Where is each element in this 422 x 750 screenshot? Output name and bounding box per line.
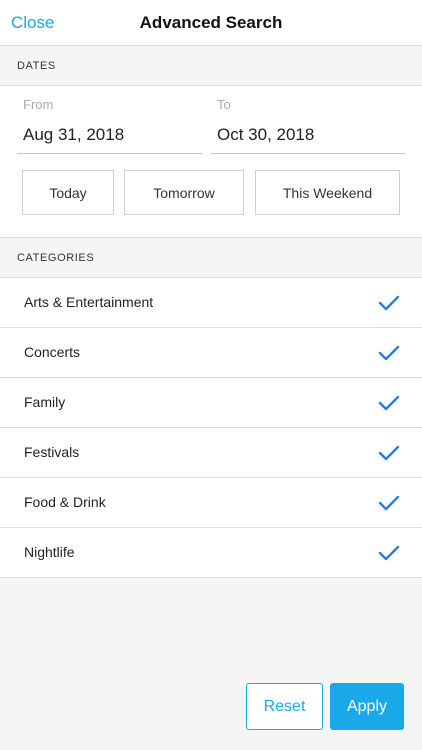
to-date-value: Oct 30, 2018: [217, 125, 315, 144]
category-label: Family: [24, 394, 66, 410]
this-weekend-button[interactable]: This Weekend: [255, 170, 400, 215]
category-list: Arts & Entertainment Concerts Family Festiv…: [0, 278, 422, 578]
today-button[interactable]: Today: [22, 170, 114, 215]
categories-section-header: CATEGORIES: [0, 237, 422, 278]
category-label: Concerts: [24, 344, 81, 360]
category-row[interactable]: Family: [0, 378, 422, 428]
checkmark-icon: [378, 295, 400, 311]
to-date-field[interactable]: To Oct 30, 2018: [211, 86, 405, 154]
from-date-value: Aug 31, 2018: [23, 125, 125, 144]
category-row[interactable]: Festivals: [0, 428, 422, 478]
checkmark-icon: [378, 395, 400, 411]
from-date-label: From: [23, 97, 54, 112]
category-row[interactable]: Arts & Entertainment: [0, 278, 422, 328]
category-label: Nightlife: [24, 544, 75, 560]
nav-header: Close Advanced Search: [0, 0, 422, 46]
dates-panel: From Aug 31, 2018 To Oct 30, 2018 Today …: [0, 86, 422, 237]
categories-section-label: CATEGORIES: [17, 252, 95, 264]
dates-section-label: DATES: [17, 60, 56, 72]
category-label: Arts & Entertainment: [24, 294, 154, 310]
tomorrow-button[interactable]: Tomorrow: [124, 170, 244, 215]
from-date-field[interactable]: From Aug 31, 2018: [17, 86, 203, 154]
category-row[interactable]: Food & Drink: [0, 478, 422, 528]
checkmark-icon: [378, 345, 400, 361]
category-row[interactable]: Nightlife: [0, 528, 422, 578]
category-label: Festivals: [24, 444, 80, 460]
checkmark-icon: [378, 545, 400, 561]
dates-section-header: DATES: [0, 46, 422, 86]
checkmark-icon: [378, 445, 400, 461]
category-row[interactable]: Concerts: [0, 328, 422, 378]
apply-button[interactable]: Apply: [330, 683, 404, 730]
category-label: Food & Drink: [24, 494, 106, 510]
checkmark-icon: [378, 495, 400, 511]
page-title: Advanced Search: [139, 13, 283, 32]
to-date-label: To: [217, 97, 231, 112]
reset-button[interactable]: Reset: [246, 683, 323, 730]
